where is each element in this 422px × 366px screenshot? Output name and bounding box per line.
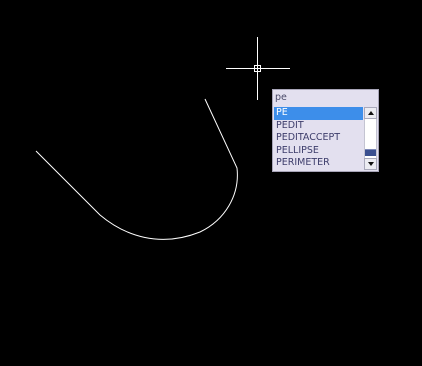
autocomplete-item-peditaccept[interactable]: PEDITACCEPT: [274, 132, 363, 145]
scroll-up-arrow-icon: [368, 111, 374, 115]
scroll-up-button[interactable]: [364, 107, 377, 119]
autocomplete-scrollbar[interactable]: [364, 107, 377, 170]
scroll-down-button[interactable]: [364, 158, 377, 170]
drawing-canvas[interactable]: pe PE PEDIT PEDITACCEPT PELLIPSE PERIMET…: [0, 0, 422, 366]
command-input-text[interactable]: pe: [274, 91, 377, 105]
autocomplete-item-perimeter[interactable]: PERIMETER: [274, 157, 363, 170]
scroll-down-arrow-icon: [368, 162, 374, 166]
command-autocomplete-popup[interactable]: pe PE PEDIT PEDITACCEPT PELLIPSE PERIMET…: [272, 89, 379, 172]
scroll-track[interactable]: [364, 119, 377, 158]
scroll-thumb[interactable]: [365, 149, 376, 156]
autocomplete-list[interactable]: PE PEDIT PEDITACCEPT PELLIPSE PERIMETER: [274, 107, 363, 170]
u-shaped-polyline[interactable]: [35, 98, 238, 240]
autocomplete-item-pellipse[interactable]: PELLIPSE: [274, 145, 363, 158]
autocomplete-item-pedit[interactable]: PEDIT: [274, 120, 363, 133]
drawing-area[interactable]: [0, 0, 422, 366]
autocomplete-item-pe[interactable]: PE: [274, 107, 363, 120]
